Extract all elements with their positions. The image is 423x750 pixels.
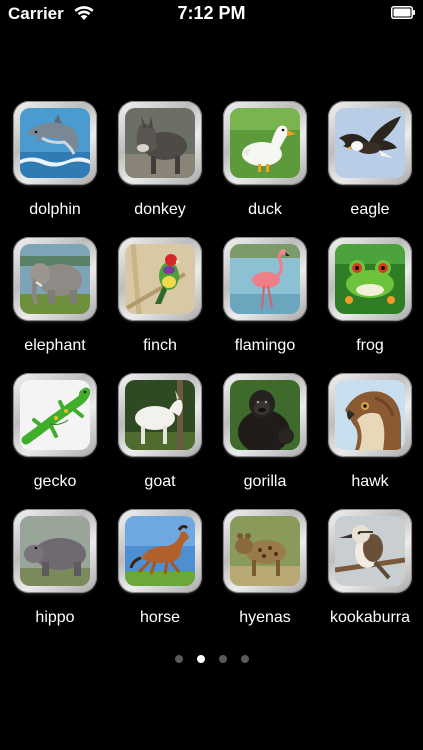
app-label: kookaburra bbox=[329, 609, 411, 626]
icon-frame bbox=[223, 373, 307, 457]
app-gorilla[interactable]: gorilla bbox=[210, 373, 320, 505]
hippo-icon bbox=[20, 516, 90, 586]
app-horse[interactable]: horse bbox=[105, 509, 215, 641]
icon-frame bbox=[223, 101, 307, 185]
page-dot-current[interactable] bbox=[196, 655, 205, 663]
app-label: frog bbox=[356, 337, 384, 354]
hyenas-icon bbox=[230, 516, 300, 586]
duck-icon bbox=[230, 108, 300, 178]
app-label: gecko bbox=[33, 473, 77, 490]
gorilla-icon bbox=[230, 380, 300, 450]
icon-frame bbox=[118, 509, 202, 593]
app-dolphin[interactable]: dolphin bbox=[0, 101, 110, 233]
app-label: hawk bbox=[351, 473, 389, 490]
kookaburra-icon bbox=[335, 516, 405, 586]
app-finch[interactable]: finch bbox=[105, 237, 215, 369]
app-hyenas[interactable]: hyenas bbox=[210, 509, 320, 641]
donkey-icon bbox=[125, 108, 195, 178]
app-label: dolphin bbox=[29, 201, 81, 218]
icon-frame bbox=[13, 509, 97, 593]
finch-icon bbox=[125, 244, 195, 314]
hawk-icon bbox=[335, 380, 405, 450]
dolphin-icon bbox=[20, 108, 90, 178]
horse-icon bbox=[125, 516, 195, 586]
flamingo-icon bbox=[230, 244, 300, 314]
app-label: donkey bbox=[134, 201, 186, 218]
icon-frame bbox=[328, 101, 412, 185]
app-donkey[interactable]: donkey bbox=[105, 101, 215, 233]
goat-icon bbox=[125, 380, 195, 450]
gecko-icon bbox=[20, 380, 90, 450]
page-dot[interactable] bbox=[240, 655, 249, 663]
app-label: horse bbox=[139, 609, 181, 626]
page-dot[interactable] bbox=[174, 655, 183, 663]
app-label: gorilla bbox=[243, 473, 287, 490]
icon-frame bbox=[13, 373, 97, 457]
icon-frame bbox=[118, 373, 202, 457]
app-gecko[interactable]: gecko bbox=[0, 373, 110, 505]
app-label: duck bbox=[248, 201, 282, 218]
frog-icon bbox=[335, 244, 405, 314]
app-frog[interactable]: frog bbox=[315, 237, 423, 369]
icon-frame bbox=[118, 237, 202, 321]
app-label: eagle bbox=[350, 201, 390, 218]
app-hippo[interactable]: hippo bbox=[0, 509, 110, 641]
app-label: hippo bbox=[35, 609, 75, 626]
icon-frame bbox=[328, 237, 412, 321]
page-indicator[interactable] bbox=[0, 655, 423, 665]
app-label: finch bbox=[143, 337, 177, 354]
icon-frame bbox=[328, 509, 412, 593]
app-elephant[interactable]: elephant bbox=[0, 237, 110, 369]
icon-frame bbox=[223, 509, 307, 593]
app-eagle[interactable]: eagle bbox=[315, 101, 423, 233]
app-flamingo[interactable]: flamingo bbox=[210, 237, 320, 369]
icon-frame bbox=[13, 237, 97, 321]
elephant-icon bbox=[20, 244, 90, 314]
page-dot[interactable] bbox=[218, 655, 227, 663]
icon-frame bbox=[223, 237, 307, 321]
icon-frame bbox=[118, 101, 202, 185]
icon-frame bbox=[328, 373, 412, 457]
eagle-icon bbox=[335, 108, 405, 178]
app-goat[interactable]: goat bbox=[105, 373, 215, 505]
app-label: flamingo bbox=[234, 337, 296, 354]
app-label: hyenas bbox=[239, 609, 291, 626]
app-duck[interactable]: duck bbox=[210, 101, 320, 233]
app-grid: dolphin donkey duck eagle elephant finch… bbox=[0, 0, 423, 750]
app-label: goat bbox=[144, 473, 176, 490]
app-kookaburra[interactable]: kookaburra bbox=[315, 509, 423, 641]
app-label: elephant bbox=[24, 337, 86, 354]
icon-frame bbox=[13, 101, 97, 185]
app-hawk[interactable]: hawk bbox=[315, 373, 423, 505]
